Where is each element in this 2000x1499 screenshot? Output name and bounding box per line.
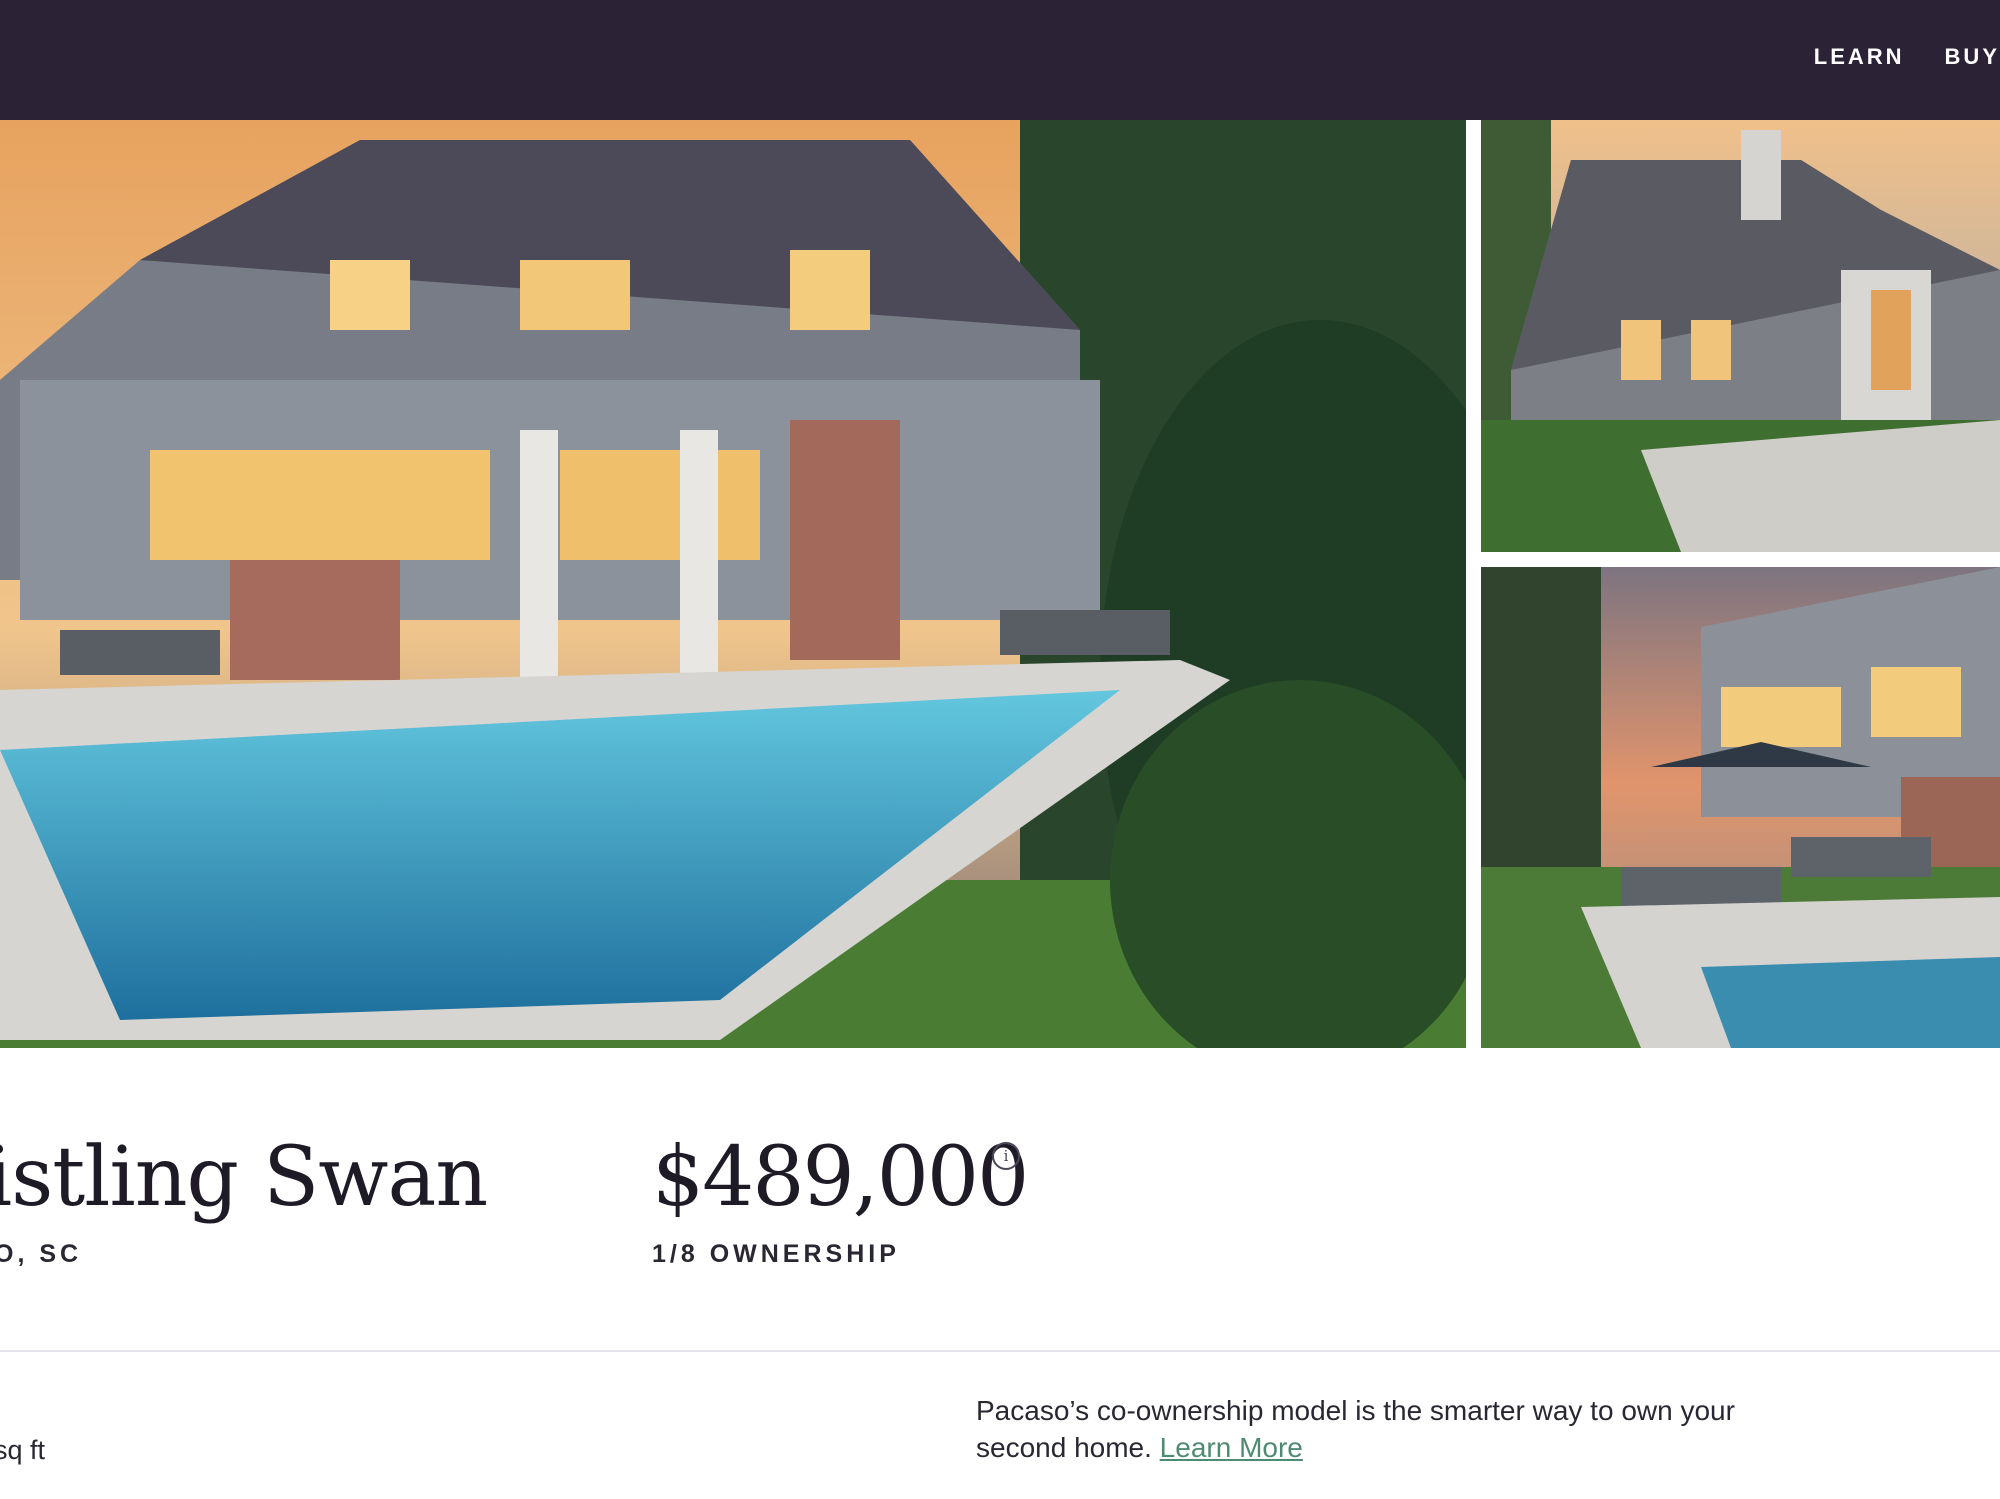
top-navigation-bar: LEARN BUY	[0, 0, 2000, 120]
blurb-line-1: Pacaso’s co-ownership model is the smart…	[976, 1395, 1735, 1426]
square-footage: sq ft	[0, 1435, 46, 1465]
side-property-photo-bottom[interactable]	[1481, 567, 2000, 1048]
side-property-photo-top[interactable]	[1481, 120, 2000, 552]
ownership-share: 1/8 OWNERSHIP	[652, 1240, 900, 1268]
listing-title: istling Swan	[0, 1130, 488, 1225]
nav-learn[interactable]: LEARN	[1814, 44, 1905, 70]
co-ownership-blurb: Pacaso’s co-ownership model is the smart…	[976, 1392, 1796, 1466]
price-info-icon[interactable]: i	[992, 1142, 1020, 1170]
main-property-photo[interactable]	[0, 120, 1466, 1048]
learn-more-link[interactable]: Learn More	[1160, 1432, 1303, 1463]
section-divider	[0, 1350, 2000, 1352]
blurb-line-2: second home.	[976, 1432, 1160, 1463]
nav-buy[interactable]: BUY	[1945, 44, 2000, 70]
main-nav: LEARN BUY	[1814, 44, 2000, 70]
listing-location: O, SC	[0, 1240, 83, 1268]
listing-price: $489,000	[652, 1130, 1029, 1225]
